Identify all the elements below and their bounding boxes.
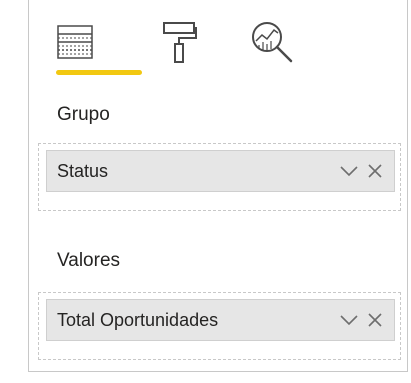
grupo-expand-button[interactable] (338, 160, 360, 182)
chevron-down-icon (340, 315, 358, 326)
fields-icon (57, 25, 93, 59)
pane-tabs (28, 0, 408, 86)
valores-expand-button[interactable] (338, 309, 360, 331)
grupo-remove-button[interactable] (364, 160, 386, 182)
close-icon (368, 313, 382, 327)
tab-format[interactable] (159, 18, 199, 66)
chevron-down-icon (340, 166, 358, 177)
analytics-magnifier-icon (252, 22, 293, 63)
valores-field-pill[interactable]: Total Oportunidades (46, 299, 395, 341)
active-tab-indicator (56, 70, 142, 75)
tab-analytics[interactable] (248, 18, 296, 66)
paint-roller-icon (163, 22, 197, 63)
grupo-label: Grupo (57, 104, 110, 125)
valores-field-name: Total Oportunidades (57, 309, 219, 330)
valores-label: Valores (57, 250, 121, 271)
tab-fields[interactable] (53, 18, 97, 66)
grupo-field-name: Status (57, 160, 109, 181)
grupo-field-pill[interactable]: Status (46, 150, 395, 192)
valores-dropzone[interactable]: Total Oportunidades (38, 292, 401, 360)
grupo-dropzone[interactable]: Status (38, 143, 401, 211)
valores-remove-button[interactable] (364, 309, 386, 331)
close-icon (368, 164, 382, 178)
